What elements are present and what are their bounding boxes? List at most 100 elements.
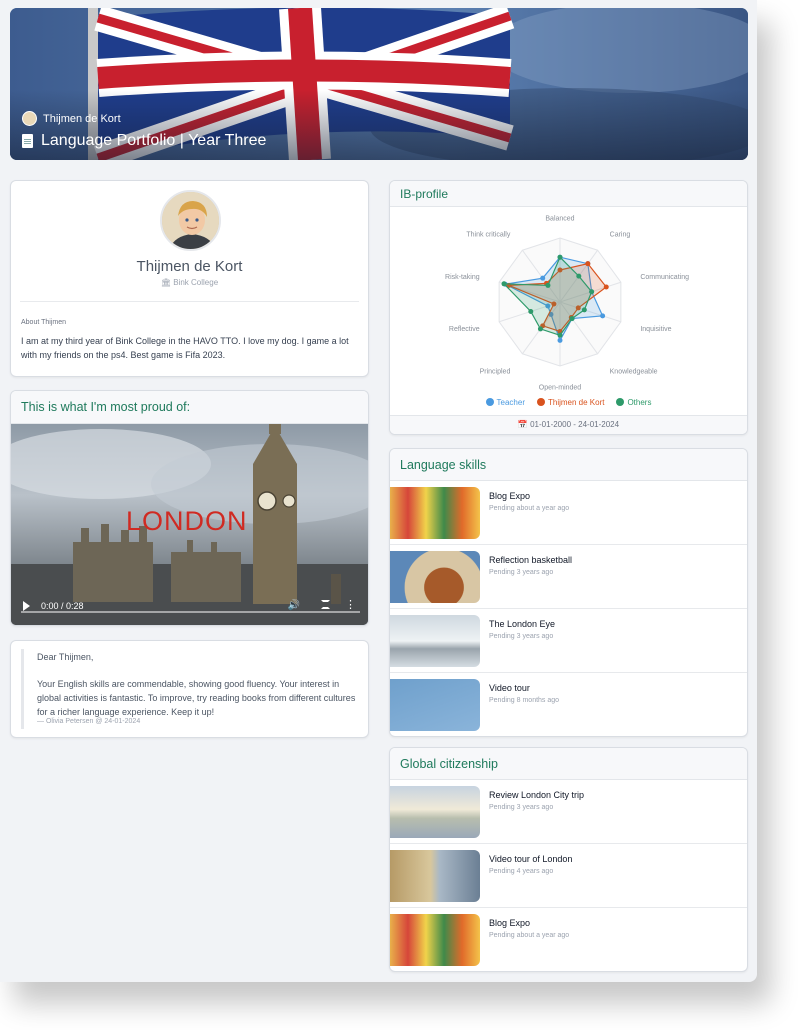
video-progress-bar[interactable] [21,611,360,613]
chart-legend: Teacher Thijmen de Kort Others [390,398,747,407]
list-item[interactable]: Video tour Pending 8 months ago [390,673,747,736]
item-status: Pending 3 years ago [489,569,554,576]
legend-others-dot [616,398,625,406]
more-options-icon[interactable]: ⋮ [345,598,356,611]
item-status: Pending 8 months ago [489,697,560,704]
radar-data-point [581,307,587,313]
profile-card: Thijmen de Kort 🏛 Bink College About Thi… [10,180,369,377]
item-title: Reflection basketball [489,555,573,565]
ib-radar-chart: Balanced Caring Communicating Inquisitive Kn… [445,216,689,392]
video-overlay-text: LONDON [126,506,248,536]
list-item[interactable]: Reflection basketball Pending 3 years ag… [390,545,747,609]
item-status: Pending about a year ago [489,505,570,512]
london-city-thumbnail [390,786,480,838]
radar-axis-label: Balanced [545,216,574,223]
radar-axis-label: Reflective [449,326,480,333]
school-icon: 🏛 [160,278,174,287]
radar-data-point [557,254,563,260]
profile-school: 🏛 Bink College [11,278,368,287]
about-label: About Thijmen [21,319,67,326]
item-status: Pending about a year ago [489,932,570,939]
item-status: Pending 3 years ago [489,804,554,811]
portfolio-page: Thijmen de Kort Language Portfolio | Yea… [0,0,757,982]
ib-date-range-text: 01-01-2000 - 24-01-2024 [530,420,620,429]
big-ben-thumbnail [390,850,480,902]
proud-card-title: This is what I'm most proud of: [11,391,368,424]
blog-expo-thumbnail [390,487,480,539]
item-status: Pending 4 years ago [489,868,554,875]
video-controls: 0:00 / 0:28 🔊 ⋮ [11,593,368,625]
item-title: Review London City trip [489,790,585,800]
radar-data-point [557,332,563,338]
radar-axis-label: Open-minded [539,384,582,391]
radar-data-point [501,281,507,287]
page-title: Language Portfolio | Year Three [22,132,266,150]
list-item[interactable]: Video tour of London Pending 4 years ago [390,844,747,908]
radar-axis-label: Principled [480,368,511,375]
video-tour-thumbnail [390,679,480,731]
calendar-icon: 📅 [517,420,531,429]
language-skills-card: Language skills Blog Expo Pending about … [389,448,748,737]
radar-data-point [557,337,563,343]
page-title-text: Language Portfolio | Year Three [41,132,267,149]
language-skills-title: Language skills [390,449,747,481]
radar-data-point [585,261,591,267]
profile-school-text: Bink College [173,278,219,287]
feedback-card: Dear Thijmen, Your English skills are co… [10,640,369,738]
student-portrait-image [162,192,219,249]
global-citizenship-card: Global citizenship Review London City tr… [389,747,748,972]
radar-axis-label: Think critically [466,232,510,239]
item-title: Blog Expo [489,491,531,501]
profile-name: Thijmen de Kort [136,258,243,275]
ib-profile-card: IB-profile Balanced Caring Communicating In… [389,180,748,435]
item-title: Blog Expo [489,918,531,928]
proud-card: This is what I'm most proud of: LONDON 0… [10,390,369,626]
legend-teacher[interactable]: Teacher [485,398,525,407]
divider [20,301,359,302]
video-player[interactable]: LONDON 0:00 / 0:28 🔊 ⋮ [11,424,368,625]
ib-date-range: 📅 01-01-2000 - 24-01-2024 [390,415,747,434]
legend-others[interactable]: Others [616,398,651,407]
radar-axis-label: Caring [610,232,631,239]
radar-axis-label: Risk-taking [445,274,480,281]
radar-data-point [603,284,609,290]
legend-teacher-dot [485,398,494,406]
owner-name: Thijmen de Kort [43,112,121,125]
radar-data-point [576,273,582,279]
list-item[interactable]: Blog Expo Pending about a year ago [390,908,747,971]
owner-avatar-icon [22,111,37,126]
radar-data-point [545,282,551,288]
item-title: Video tour [489,683,530,693]
list-item[interactable]: Blog Expo Pending about a year ago [390,481,747,545]
quote-bar [21,649,24,729]
radar-data-point [537,326,543,332]
legend-others-label: Others [627,398,652,407]
avatar [160,190,221,251]
about-text: I am at my third year of Bink College in… [21,336,349,360]
header-banner: Thijmen de Kort Language Portfolio | Yea… [10,8,748,160]
legend-student[interactable]: Thijmen de Kort [536,398,605,407]
radar-data-point [589,289,595,295]
blog-expo-thumbnail [390,914,480,966]
video-time: 0:00 / 0:28 [41,601,84,611]
radar-data-point [569,316,575,322]
legend-student-label: Thijmen de Kort [547,398,605,407]
volume-icon[interactable]: 🔊 [288,600,300,611]
radar-axis-label: Inquisitive [640,326,671,333]
list-item[interactable]: The London Eye Pending 3 years ago [390,609,747,673]
ib-profile-title: IB-profile [390,181,747,207]
banner-owner[interactable]: Thijmen de Kort [22,111,121,126]
global-citizenship-title: Global citizenship [390,748,747,780]
radar-axis-label: Communicating [640,274,689,281]
legend-teacher-label: Teacher [496,398,525,407]
list-item[interactable]: Review London City trip Pending 3 years … [390,780,747,844]
feedback-greeting: Dear Thijmen, [37,652,94,662]
document-icon [22,134,33,148]
item-status: Pending 3 years ago [489,633,554,640]
radar-axis-label: Knowledgeable [610,368,658,375]
play-icon[interactable] [23,601,30,611]
fullscreen-icon[interactable] [321,600,330,609]
item-title: The London Eye [489,619,556,629]
legend-student-dot [536,398,545,406]
radar-data-point [600,313,606,319]
